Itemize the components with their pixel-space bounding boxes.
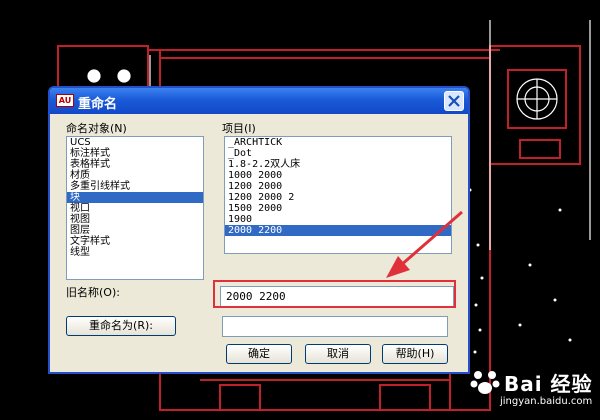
baidu-paw-icon (470, 371, 500, 394)
watermark-url: jingyan.baidu.com (500, 396, 593, 407)
watermark-brand: Bai 经验 (504, 372, 593, 396)
annotation-arrow (386, 210, 463, 278)
